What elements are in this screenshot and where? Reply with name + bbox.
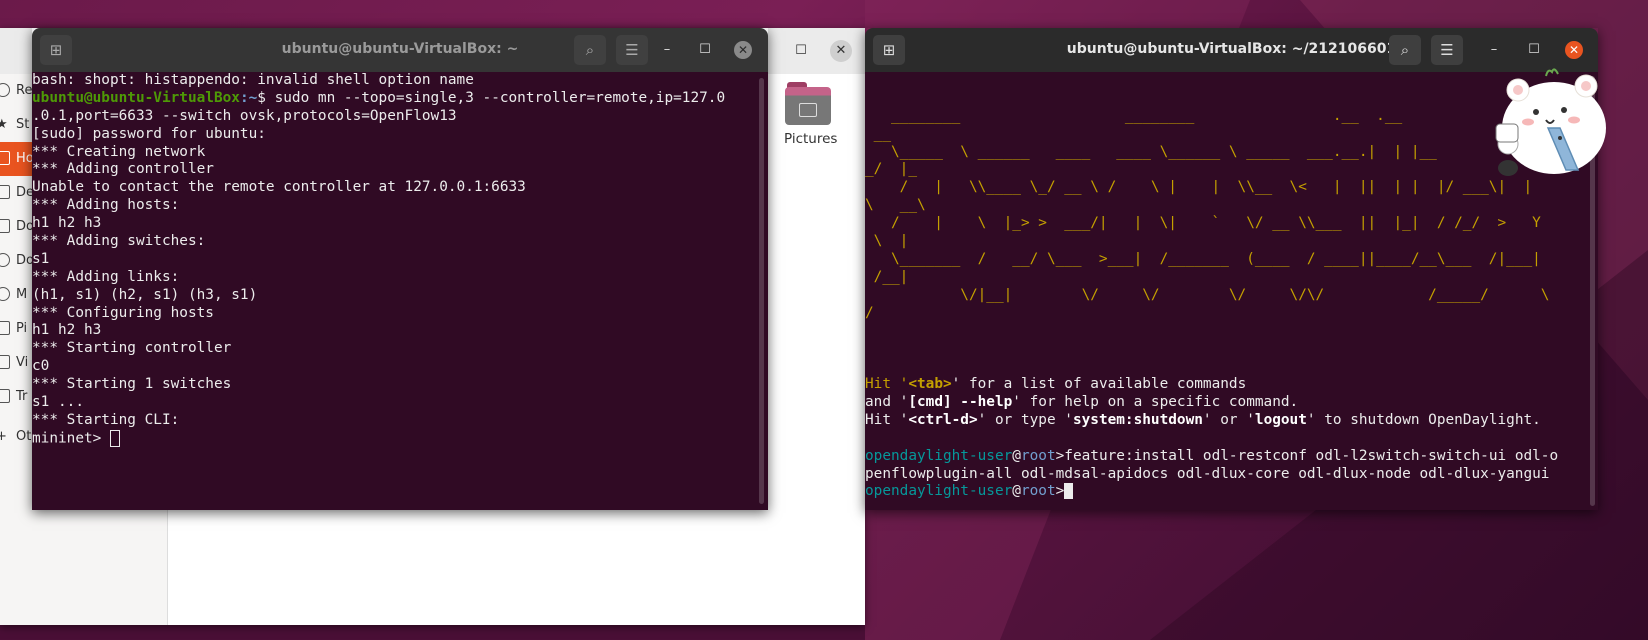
terminal-prompt-line: ubuntu@ubuntu-VirtualBox:~$ sudo mn --to…	[32, 90, 768, 108]
video-icon	[0, 355, 10, 369]
odl-prompt-at: @	[1012, 447, 1021, 464]
home-icon	[0, 151, 10, 165]
terminal-line: bash: shopt: histappendo: invalid shell …	[32, 72, 474, 88]
folder-label[interactable]: Pictures	[784, 131, 837, 147]
clock-icon	[0, 83, 10, 97]
mininet-prompt: mininet>	[32, 430, 110, 447]
help-key: system:shutdown	[1072, 411, 1203, 428]
left-terminal-output[interactable]: bash: shopt: histappendo: invalid shell …	[32, 72, 768, 510]
terminal-line: *** Creating network	[32, 143, 206, 160]
terminal-line: s1	[32, 250, 50, 267]
maximize-icon[interactable]: ☐	[696, 41, 714, 59]
terminal-line: *** Adding controller	[32, 161, 214, 178]
prompt-end: $	[257, 89, 275, 106]
minimize-icon[interactable]: –	[658, 41, 676, 59]
help-text: ' or '	[1202, 411, 1255, 428]
banner-line: /	[865, 304, 874, 321]
terminal-line: *** Starting CLI:	[32, 411, 180, 428]
odl-prompt-at: @	[1012, 483, 1021, 500]
hamburger-menu-icon[interactable]: ☰	[1431, 35, 1463, 65]
help-text: ' or type '	[977, 411, 1073, 428]
terminal-line: *** Configuring hosts	[32, 304, 214, 321]
help-text: Hit '	[865, 376, 909, 393]
banner-line: \_______ / __/ \___ >___| /_______ (____…	[865, 250, 1541, 267]
trash-icon	[0, 389, 10, 403]
terminal-line: *** Adding links:	[32, 268, 180, 285]
help-text: ' to shutdown OpenDaylight.	[1306, 411, 1541, 428]
odl-prompt-gt: >	[1055, 447, 1065, 464]
terminal-line: c0	[32, 358, 50, 375]
terminal-line: *** Adding switches:	[32, 233, 206, 250]
star-icon: ★	[0, 117, 8, 132]
odl-prompt-gt: >	[1055, 483, 1065, 500]
close-icon[interactable]: ✕	[1565, 41, 1583, 59]
banner-line: / | \\____ \_/ __ \ / \ | | \\__ \< | ||…	[865, 179, 1533, 196]
odl-command-line: opendaylight-user@root>feature:install o…	[865, 448, 1598, 466]
left-terminal-titlebar[interactable]: ⊞ ubuntu@ubuntu-VirtualBox: ~ ⌕ ☰ – ☐ ✕	[32, 28, 768, 72]
cursor	[109, 429, 120, 447]
terminal-line: s1 ...	[32, 394, 84, 411]
hamburger-menu-icon[interactable]: ☰	[616, 35, 648, 65]
mininet-prompt-line: mininet>	[32, 429, 768, 448]
search-icon[interactable]: ⌕	[574, 35, 606, 65]
document-icon	[0, 219, 10, 233]
help-key: <tab>	[908, 376, 952, 393]
banner-line: \/|__| \/ \/ \/ \/\/ /_____/ \	[865, 286, 1550, 303]
search-icon[interactable]: ⌕	[1389, 35, 1421, 65]
minimize-icon[interactable]: –	[1485, 41, 1503, 59]
help-key: <ctrl-d>	[908, 411, 978, 428]
terminal-line: h1 h2 h3	[32, 322, 102, 339]
help-text: and '	[865, 394, 909, 411]
banner-line: /__|	[865, 268, 909, 285]
odl-command: feature:install odl-restconf odl-l2switc…	[1064, 447, 1559, 464]
help-key: logout	[1254, 411, 1307, 428]
help-line: and '[cmd] --help' for help on a specifi…	[865, 394, 1598, 412]
odl-prompt-user: opendaylight-user	[865, 447, 1013, 464]
help-line: Hit '<tab>' for a list of available comm…	[865, 376, 1598, 394]
odl-prompt-user: opendaylight-user	[865, 483, 1013, 500]
music-icon	[0, 287, 10, 301]
terminal-line: *** Starting 1 switches	[32, 376, 232, 393]
close-icon[interactable]: ✕	[830, 40, 852, 62]
image-icon	[0, 321, 10, 335]
cursor	[1064, 483, 1074, 500]
prompt-command: sudo mn --topo=single,3 --controller=rem…	[274, 89, 726, 106]
odl-prompt-host: root	[1020, 483, 1056, 500]
terminal-line: (h1, s1) (h2, s1) (h3, s1)	[32, 286, 258, 303]
banner-line: \ |	[865, 233, 909, 250]
scrollbar[interactable]	[759, 78, 764, 504]
help-key: [cmd] --help	[908, 394, 1013, 411]
terminal-line: h1 h2 h3	[32, 215, 102, 232]
banner-line: \ __\	[865, 197, 926, 214]
help-text: ' for help on a specific command.	[1012, 394, 1299, 411]
banner-line: / | \ |_> > ___/| | \| ` \/ __ \\___ || …	[865, 215, 1541, 232]
help-line: Hit '<ctrl-d>' or type 'system:shutdown'…	[865, 412, 1598, 430]
terminal-line: [sudo] password for ubuntu:	[32, 125, 266, 142]
left-terminal-window: ⊞ ubuntu@ubuntu-VirtualBox: ~ ⌕ ☰ – ☐ ✕ …	[32, 28, 768, 510]
desktop-icon	[0, 185, 10, 199]
terminal-line: Unable to contact the remote controller …	[32, 179, 526, 196]
odl-command-continuation: penflowplugin-all odl-mdsal-apidocs odl-…	[865, 465, 1550, 482]
plus-icon: +	[0, 429, 7, 444]
maximize-icon[interactable]: ☐	[790, 40, 812, 62]
download-icon	[0, 253, 10, 267]
terminal-line: .0.1,port=6633 --switch ovsk,protocols=O…	[32, 107, 457, 124]
bear-sticker-icon	[1495, 68, 1606, 176]
terminal-line: *** Starting controller	[32, 340, 232, 357]
close-icon[interactable]: ✕	[734, 41, 752, 59]
prompt-path: :~	[239, 89, 258, 106]
maximize-icon[interactable]: ☐	[1525, 41, 1543, 59]
folder-icon[interactable]	[785, 82, 833, 126]
prompt-user: ubuntu@ubuntu-VirtualBox	[32, 89, 240, 106]
odl-prompt-host: root	[1020, 447, 1056, 464]
help-text: Hit '	[865, 411, 909, 428]
help-text: ' for a list of available commands	[951, 376, 1247, 393]
terminal-line: *** Adding hosts:	[32, 197, 180, 214]
odl-prompt-line: opendaylight-user@root>	[865, 483, 1598, 501]
